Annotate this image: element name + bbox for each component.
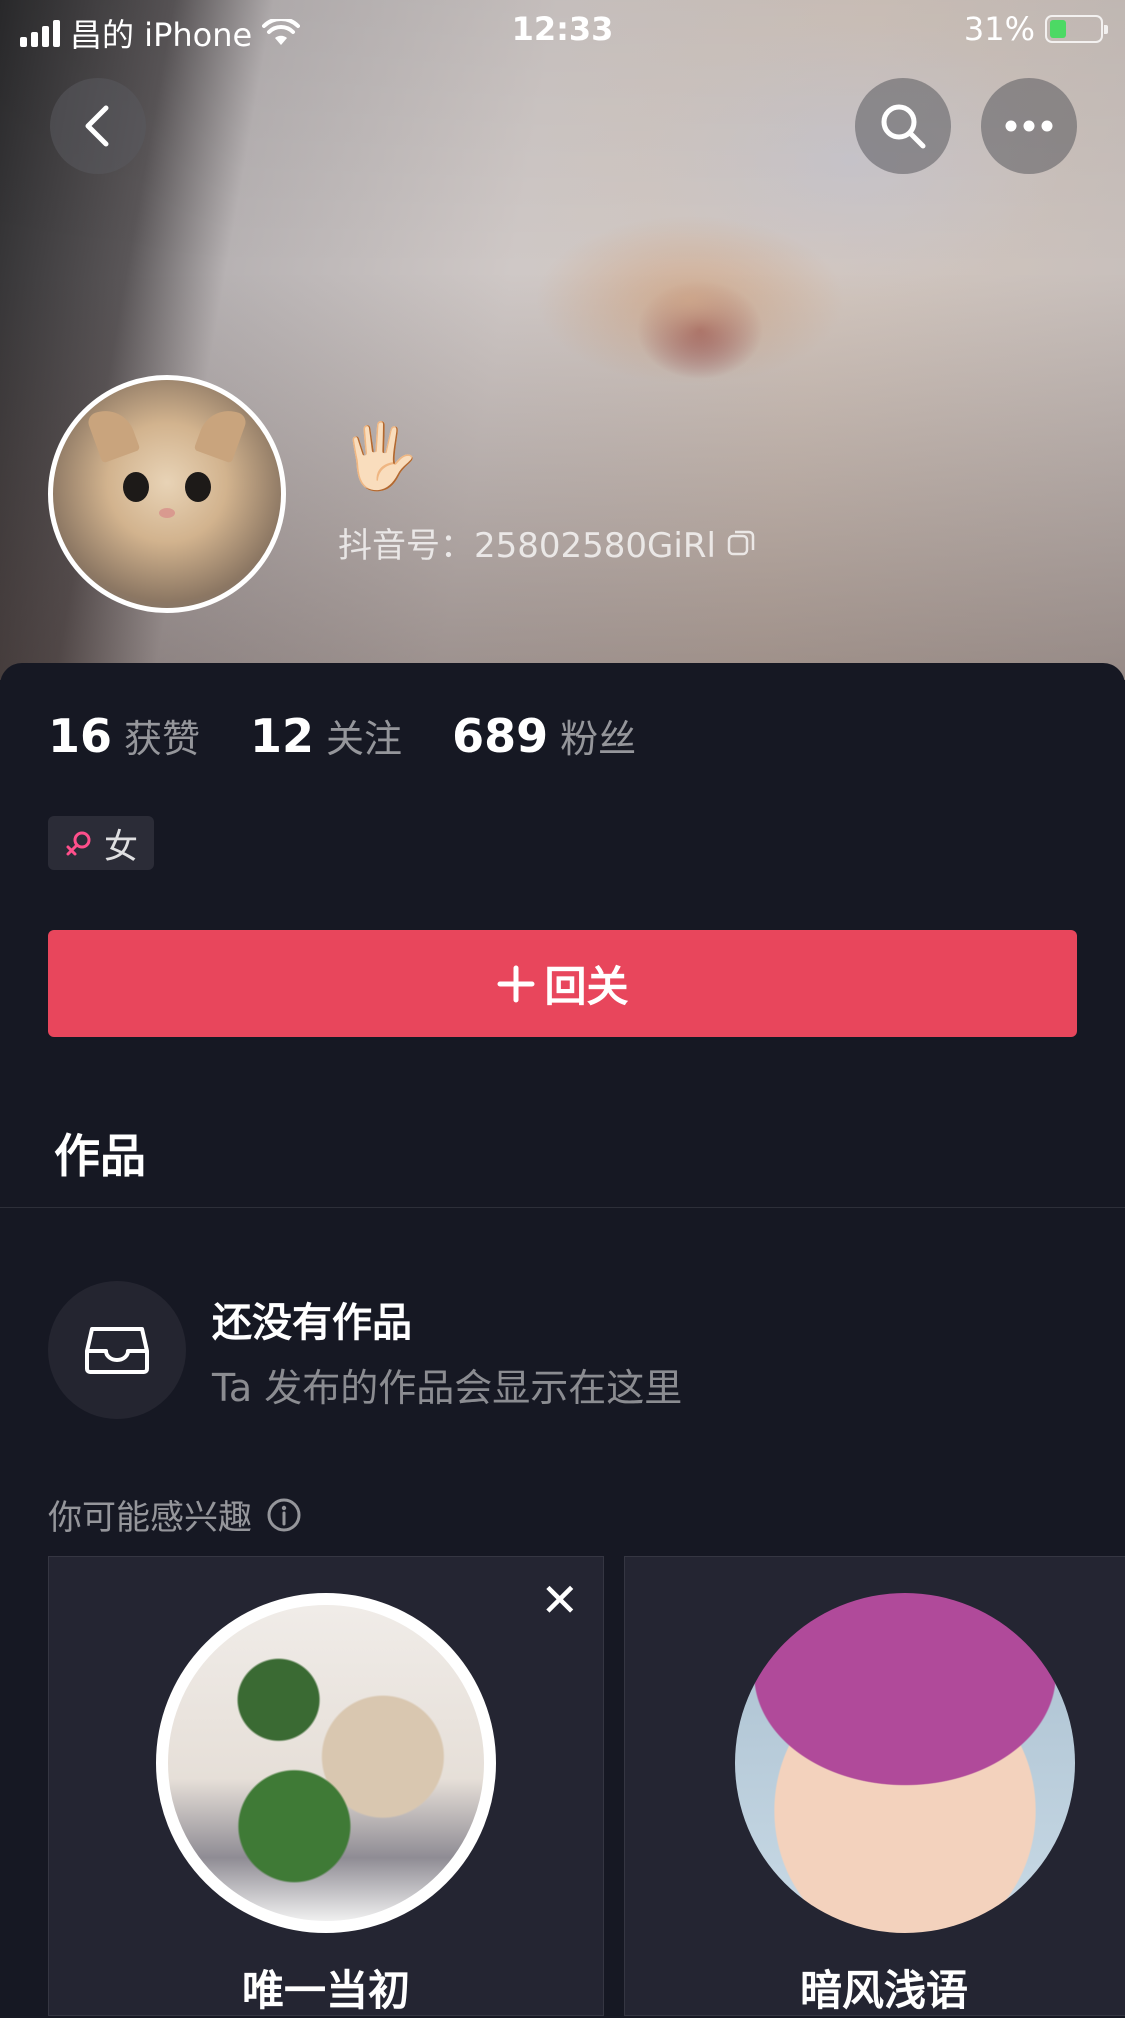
tab-divider <box>0 1207 1125 1208</box>
nickname-emoji: 🖐🏻 <box>340 420 420 494</box>
more-horizontal-icon <box>1005 120 1053 132</box>
search-icon <box>881 104 926 149</box>
info-icon[interactable] <box>266 1497 302 1533</box>
avatar-cat-eye <box>123 472 149 502</box>
status-right: 31% <box>963 10 1108 48</box>
battery-percent: 31% <box>963 10 1035 48</box>
empty-works-icon-wrap <box>48 1281 186 1419</box>
battery-nub <box>1104 25 1108 34</box>
search-button[interactable] <box>855 78 951 174</box>
empty-works-title: 还没有作品 <box>212 1300 412 1346</box>
stat-value: 12 <box>250 709 315 763</box>
stat-label: 获赞 <box>124 717 201 761</box>
avatar-cat-ear <box>193 402 249 464</box>
suggestions-title: 你可能感兴趣 <box>48 1498 252 1538</box>
clock: 12:33 <box>511 10 614 48</box>
battery-fill <box>1050 20 1066 38</box>
suggested-user-name[interactable]: 唯一当初 <box>49 1957 603 2018</box>
stat-followers[interactable]: 689 粉丝 <box>452 708 636 763</box>
female-icon <box>66 831 91 856</box>
chevron-left-icon <box>85 105 109 147</box>
gender-tag: 女 <box>48 816 154 870</box>
copy-icon[interactable] <box>726 528 756 558</box>
follow-back-label: 回关 <box>544 962 629 1011</box>
douyin-id-text: 抖音号：25802580GiRl <box>338 526 716 566</box>
profile-stats: 16 获赞 12 关注 689 粉丝 <box>48 708 636 763</box>
empty-works-subtitle: Ta 发布的作品会显示在这里 <box>212 1366 683 1410</box>
suggested-user-avatar[interactable] <box>156 1593 496 1933</box>
follow-back-button[interactable]: 回关 <box>48 930 1077 1037</box>
suggested-user-name[interactable]: 暗风浅语 <box>625 1957 1125 2018</box>
stat-value: 16 <box>48 709 113 763</box>
stat-label: 粉丝 <box>560 717 637 761</box>
close-icon[interactable]: ✕ <box>540 1577 579 1623</box>
avatar-cat-nose <box>159 508 175 518</box>
status-bar: 昌的 iPhone 12:33 31% <box>0 0 1125 62</box>
stat-following[interactable]: 12 关注 <box>250 708 402 763</box>
profile-avatar[interactable] <box>48 375 286 613</box>
avatar-cat-ear <box>85 402 141 464</box>
suggestions-heading: 你可能感兴趣 <box>48 1490 302 1539</box>
gender-label: 女 <box>104 826 138 867</box>
tab-works[interactable]: 作品 <box>54 1120 146 1186</box>
back-button[interactable] <box>50 78 146 174</box>
suggested-user-card[interactable]: ✕ 唯一当初 <box>48 1556 604 2016</box>
plus-icon <box>497 965 535 1002</box>
battery-icon <box>1045 15 1108 43</box>
stat-value: 689 <box>452 709 549 763</box>
stat-likes[interactable]: 16 获赞 <box>48 708 200 763</box>
more-button[interactable] <box>981 78 1077 174</box>
avatar-cat-eye <box>185 472 211 502</box>
stat-label: 关注 <box>326 717 403 761</box>
douyin-id[interactable]: 抖音号：25802580GiRl <box>338 518 756 567</box>
suggested-user-avatar[interactable] <box>735 1593 1075 1933</box>
suggested-user-card[interactable]: 暗风浅语 <box>624 1556 1125 2016</box>
inbox-icon <box>85 1327 149 1374</box>
